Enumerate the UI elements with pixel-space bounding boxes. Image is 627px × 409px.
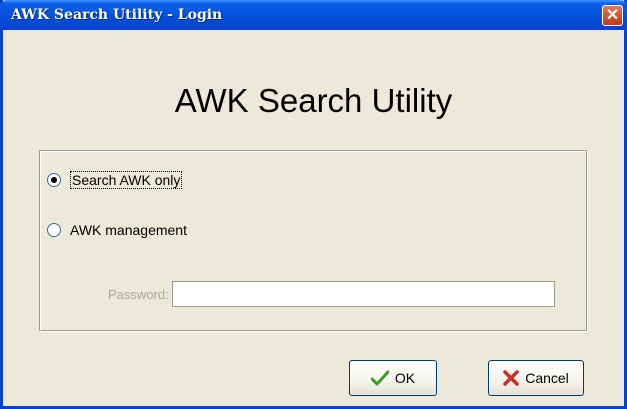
close-button[interactable]: ✕ — [602, 5, 623, 26]
radio-button-icon[interactable] — [47, 223, 61, 237]
ok-button-label: OK — [394, 370, 416, 386]
radio-management[interactable]: AWK management — [47, 222, 187, 238]
cancel-button-label: Cancel — [525, 370, 569, 386]
app-heading: AWK Search Utility — [174, 82, 453, 119]
password-field[interactable] — [171, 281, 555, 307]
radio-management-label[interactable]: AWK management — [70, 222, 187, 238]
radio-search-only[interactable]: Search AWK only — [47, 171, 183, 189]
window-title: AWK Search Utility - Login — [11, 7, 223, 23]
close-icon: ✕ — [605, 7, 620, 24]
radio-button-checked-icon[interactable] — [47, 173, 61, 187]
title-bar[interactable]: AWK Search Utility - Login ✕ — [0, 0, 627, 30]
login-dialog: AWK Search Utility - Login ✕ AWK Search … — [0, 0, 627, 409]
radio-search-only-label[interactable]: Search AWK only — [70, 171, 183, 189]
ok-button[interactable]: OK — [349, 360, 437, 396]
checkmark-icon — [370, 370, 389, 386]
password-row: Password: — [108, 281, 555, 307]
x-icon — [503, 370, 519, 386]
password-label: Password: — [108, 286, 169, 302]
cancel-button[interactable]: Cancel — [488, 360, 584, 396]
